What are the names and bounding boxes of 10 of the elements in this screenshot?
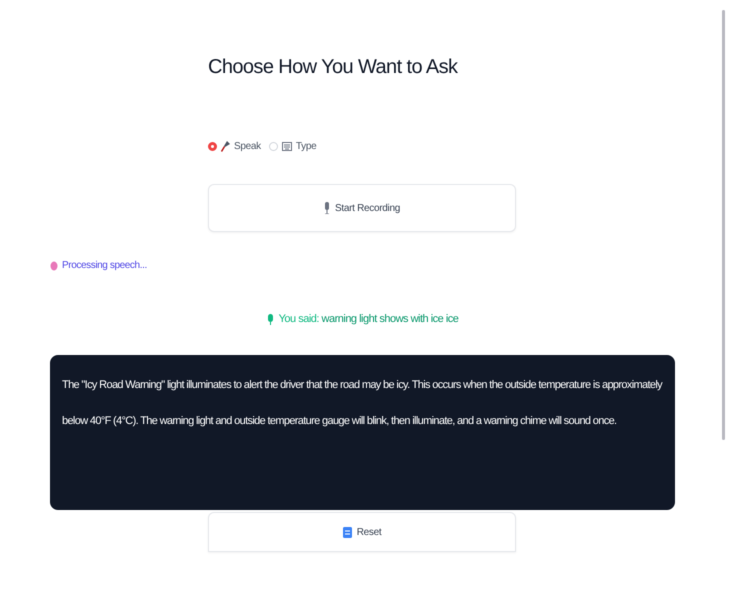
status-text: Processing speech... bbox=[62, 260, 147, 271]
answer-text: The "Icy Road Warning" light illuminates to alert the driver that the road may be icy. This occurs when the outside temperature is approximately below 40°F (4°C). The warning light and outside temperature gauge will blink, then illuminate, and a warning chime will sound once. bbox=[62, 378, 663, 429]
page-title: Choose How You Want to Ask bbox=[208, 55, 459, 79]
reset-button[interactable]: Reset bbox=[208, 512, 516, 552]
start-recording-button[interactable]: Start Recording bbox=[208, 184, 516, 232]
keyboard-icon bbox=[282, 142, 292, 151]
mode-radio[interactable]: Speak bbox=[208, 141, 261, 152]
scrollbar[interactable] bbox=[722, 10, 725, 440]
mode-radio[interactable]: Type bbox=[268, 141, 316, 152]
transcript-text: You said: warning light shows with ice ice bbox=[278, 313, 458, 325]
